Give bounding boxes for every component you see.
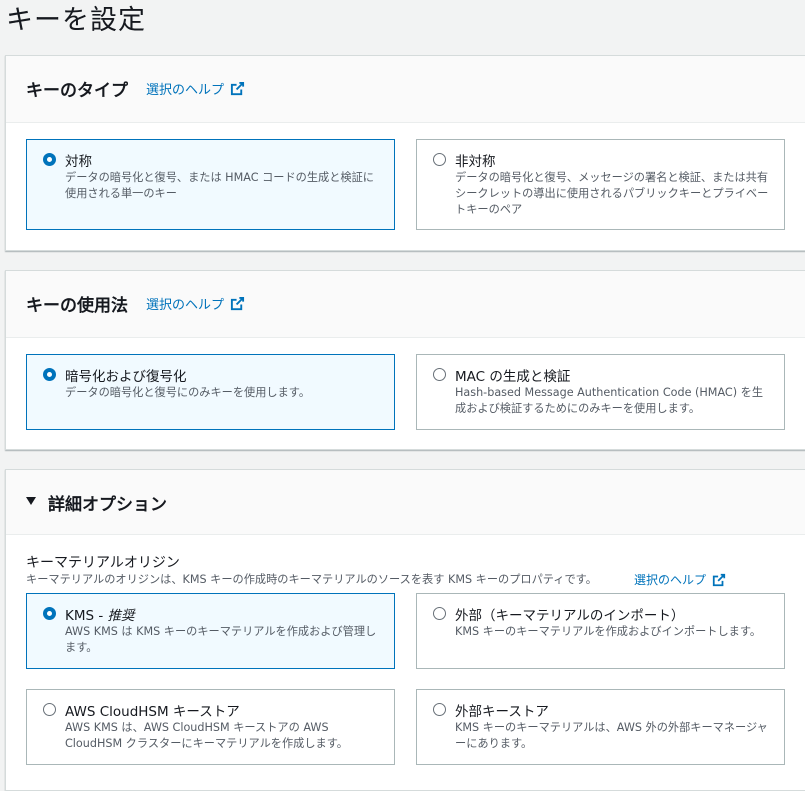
key-usage-header: キーの使用法 選択のヘルプ: [6, 271, 805, 338]
key-type-panel: キーのタイプ 選択のヘルプ 対称 データの暗号化と復号、または HMAC コード…: [5, 55, 805, 251]
key-type-symmetric-tile[interactable]: 対称 データの暗号化と復号、または HMAC コードの生成と検証に使用される単一…: [26, 139, 395, 230]
radio-button[interactable]: [433, 153, 446, 166]
origin-external-tile[interactable]: 外部（キーマテリアルのインポート） KMS キーのキーマテリアルを作成およびイン…: [416, 593, 785, 669]
help-link-label: 選択のヘルプ: [146, 298, 225, 313]
key-material-origin-label: キーマテリアルオリジン: [26, 555, 180, 571]
tile-label: 外部（キーマテリアルのインポート）: [455, 608, 685, 624]
tile-label: 暗号化および復号化: [65, 369, 187, 385]
key-usage-panel: キーの使用法 選択のヘルプ 暗号化および復号化 データの暗号化と復号にのみキーを…: [5, 270, 805, 450]
tile-label: AWS CloudHSM キーストア: [65, 704, 240, 720]
key-type-title: キーのタイプ: [26, 81, 128, 101]
origin-cloudhsm-tile[interactable]: AWS CloudHSM キーストア AWS KMS は、AWS CloudHS…: [26, 689, 395, 765]
key-material-origin-desc: キーマテリアルのオリジンは、KMS キーの作成時のキーマテリアルのソースを表す …: [26, 571, 597, 587]
radio-button[interactable]: [43, 703, 56, 716]
tile-description: データの暗号化と復号にのみキーを使用します。: [65, 386, 311, 399]
key-usage-title: キーの使用法: [26, 296, 128, 316]
key-type-help-link[interactable]: 選択のヘルプ: [146, 79, 245, 98]
external-link-icon: [230, 296, 245, 311]
tile-label: KMS - 推奨: [65, 604, 135, 624]
key-usage-mac-tile[interactable]: MAC の生成と検証 Hash-based Message Authentica…: [416, 354, 785, 430]
page-title: キーを設定: [6, 5, 146, 36]
key-type-asymmetric-tile[interactable]: 非対称 データの暗号化と復号、メッセージの署名と検証、または共有シークレットの導…: [416, 139, 785, 230]
radio-button[interactable]: [43, 153, 56, 166]
tile-description: AWS KMS は、AWS CloudHSM キーストアの AWS CloudH…: [65, 721, 348, 750]
key-type-header: キーのタイプ 選択のヘルプ: [6, 56, 805, 123]
origin-kms-tile[interactable]: KMS - 推奨 AWS KMS は KMS キーのキーマテリアルを作成および管…: [26, 593, 395, 669]
tile-label: 非対称: [455, 154, 496, 170]
help-link-label: 選択のヘルプ: [634, 573, 707, 587]
radio-button[interactable]: [43, 368, 56, 381]
caret-down-icon[interactable]: [26, 497, 36, 505]
external-link-icon: [712, 573, 726, 586]
tile-description: KMS キーのキーマテリアルは、AWS 外の外部キーマネージャーにあります。: [455, 721, 768, 750]
tile-label: 対称: [65, 154, 92, 170]
recommended-label: 推奨: [107, 608, 135, 624]
tile-description: データの暗号化と復号、メッセージの署名と検証、または共有シークレットの導出に使用…: [455, 171, 769, 216]
origin-help-link[interactable]: 選択のヘルプ: [634, 571, 726, 588]
advanced-options-panel: 詳細オプション キーマテリアルオリジン キーマテリアルのオリジンは、KMS キー…: [5, 469, 805, 791]
radio-button[interactable]: [433, 607, 446, 620]
radio-button[interactable]: [433, 368, 446, 381]
external-link-icon: [230, 81, 245, 96]
origin-desc-text: キーマテリアルのオリジンは、KMS キーの作成時のキーマテリアルのソースを表す …: [26, 573, 597, 586]
tile-label-text: KMS -: [65, 608, 108, 624]
key-usage-help-link[interactable]: 選択のヘルプ: [146, 294, 245, 313]
tile-description: AWS KMS は KMS キーのキーマテリアルを作成および管理します。: [65, 625, 377, 654]
tile-description: データの暗号化と復号、または HMAC コードの生成と検証に使用される単一のキー: [65, 171, 374, 200]
tile-label: 外部キーストア: [455, 704, 549, 720]
advanced-options-title: 詳細オプション: [48, 495, 167, 515]
tile-label: MAC の生成と検証: [455, 369, 571, 385]
help-link-label: 選択のヘルプ: [146, 83, 225, 98]
advanced-options-header[interactable]: 詳細オプション: [6, 470, 805, 535]
key-usage-encrypt-tile[interactable]: 暗号化および復号化 データの暗号化と復号にのみキーを使用します。: [26, 354, 395, 430]
tile-description: Hash-based Message Authentication Code (…: [455, 386, 764, 415]
radio-button[interactable]: [433, 703, 446, 716]
tile-description: KMS キーのキーマテリアルを作成およびインポートします。: [455, 625, 762, 638]
origin-external-keystore-tile[interactable]: 外部キーストア KMS キーのキーマテリアルは、AWS 外の外部キーマネージャー…: [416, 689, 785, 765]
radio-button[interactable]: [43, 607, 56, 620]
